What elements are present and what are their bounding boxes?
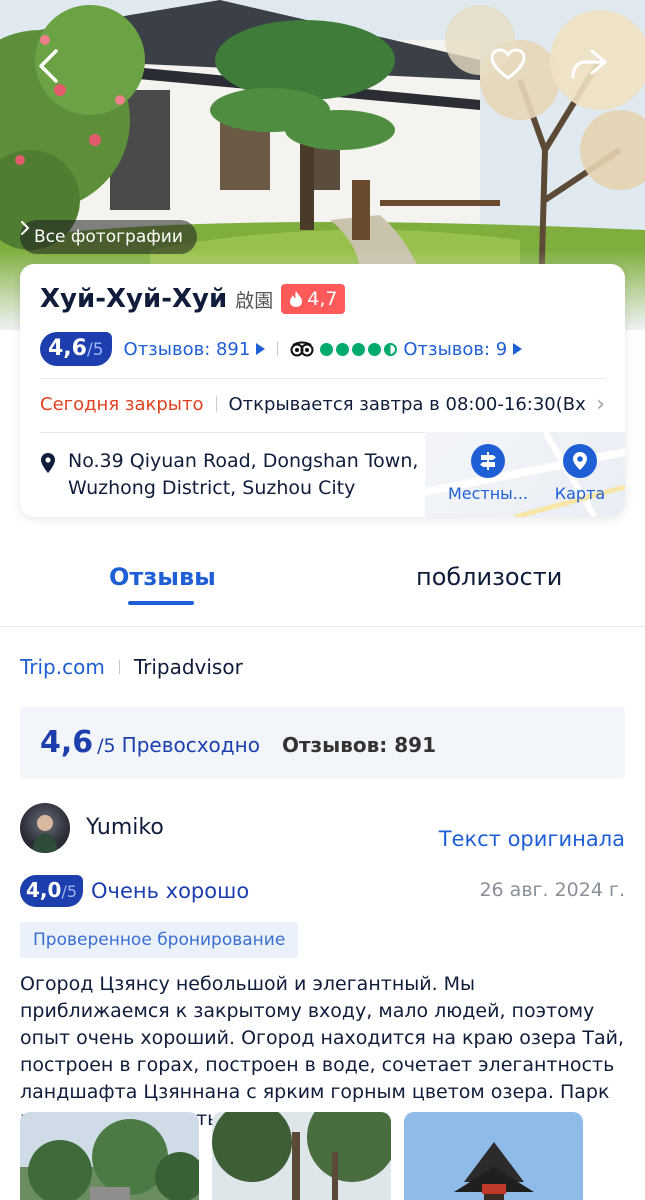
local-guide-button[interactable]: Местны...	[448, 444, 528, 503]
back-button[interactable]	[36, 48, 84, 96]
bubble-full	[368, 342, 382, 356]
reviews-link[interactable]: Отзывов: 891	[124, 339, 266, 360]
map-pin-icon	[563, 444, 597, 478]
share-button[interactable]	[570, 48, 618, 96]
attraction-info-card: Хуй-Хуй-Хуй 啟園 4,7 4,6 /5 Отзывов: 891 О…	[20, 264, 625, 517]
tab-bar: Отзывы поблизости	[0, 537, 645, 627]
review-source-filter: Trip.com Tripadvisor	[20, 655, 243, 679]
hot-rating-value: 4,7	[307, 288, 338, 310]
opening-hours-text: Открывается завтра в 08:00-16:30(Вхо...	[228, 393, 587, 415]
map-button[interactable]: Карта	[540, 444, 620, 503]
favorite-button[interactable]	[490, 48, 538, 96]
chevron-right-icon: ›	[596, 391, 605, 417]
divider	[215, 396, 217, 412]
address-text: No.39 Qiyuan Road, Dongshan Town, Wuzhon…	[68, 450, 419, 499]
avatar-photo	[32, 815, 58, 853]
review-photos	[20, 1112, 583, 1200]
reviewer-name[interactable]: Yumiko	[86, 815, 164, 840]
review-photo-2[interactable]	[212, 1112, 391, 1200]
rating-row: 4,6 /5 Отзывов: 891 Отзывов: 9	[40, 332, 523, 366]
map-label: Карта	[554, 484, 606, 503]
review-photo-2-image	[212, 1112, 391, 1200]
score-max: /5	[86, 340, 104, 360]
review-date: 26 авг. 2024 г.	[479, 879, 625, 901]
bubble-full	[336, 342, 350, 356]
tripadvisor-reviews-label: Отзывов: 9	[403, 338, 508, 360]
divider	[277, 342, 279, 356]
verified-booking-badge: Проверенное бронирование	[20, 922, 299, 958]
divider	[40, 378, 605, 379]
bubble-full	[320, 342, 334, 356]
review-text[interactable]: Огород Цзянсу небольшой и элегантный. Мы…	[20, 971, 625, 1133]
signpost-glyph	[480, 452, 496, 470]
summary-score: 4,6	[40, 725, 94, 760]
score-badge: 4,6 /5	[40, 332, 112, 366]
reviews-link-label: Отзывов: 891	[123, 338, 251, 360]
heart-icon	[490, 48, 526, 80]
map-pin-glyph	[573, 452, 587, 470]
original-text-link[interactable]: Текст оригинала	[439, 827, 625, 851]
summary-review-count: Отзывов: 891	[281, 733, 436, 757]
summary-rating-word: Превосходно	[121, 733, 260, 757]
hot-rating-badge: 4,7	[281, 284, 346, 314]
local-guide-label: Местны...	[447, 484, 529, 503]
review-photo-1-image	[20, 1112, 199, 1200]
review-score-max: /5	[61, 882, 78, 901]
play-triangle-icon	[256, 343, 266, 355]
avatar[interactable]	[20, 803, 70, 853]
review-score-value: 4,0	[26, 878, 62, 902]
tab-reviews[interactable]: Отзывы	[109, 563, 216, 591]
attraction-name-chinese: 啟園	[235, 289, 274, 312]
rating-summary: 4,6 /5 Превосходно Отзывов: 891	[20, 707, 625, 779]
open-status: Сегодня закрыто	[40, 393, 204, 415]
review-score: 4,0 /5 Очень хорошо	[20, 875, 249, 907]
content-sheet: Отзывы поблизости Trip.com Tripadvisor 4…	[0, 537, 645, 1200]
review-photo-3[interactable]	[404, 1112, 583, 1200]
bubble-full	[352, 342, 366, 356]
opening-hours-row[interactable]: Сегодня закрыто Открывается завтра в 08:…	[40, 391, 605, 417]
title-row: Хуй-Хуй-Хуй 啟園 4,7	[40, 284, 346, 314]
location-pin-icon	[41, 453, 55, 473]
divider	[118, 660, 120, 674]
tripadvisor-owl-icon	[290, 341, 314, 357]
active-tab-indicator	[128, 601, 194, 605]
source-tripadvisor[interactable]: Tripadvisor	[134, 655, 243, 679]
bubble-half	[384, 342, 398, 356]
score-value: 4,6	[48, 336, 87, 361]
tripadvisor-reviews-link[interactable]: Отзывов: 9	[290, 338, 523, 360]
chevron-left-icon	[39, 49, 58, 83]
review-rating-word: Очень хорошо	[91, 879, 250, 903]
chevron-right-icon	[21, 221, 30, 235]
tab-nearby[interactable]: поблизости	[416, 563, 562, 591]
summary-score-max: /5	[97, 735, 116, 757]
signpost-icon	[471, 444, 505, 478]
share-arrow-icon	[571, 49, 607, 79]
review-photo-1[interactable]	[20, 1112, 199, 1200]
tripadvisor-bubble-rating	[320, 342, 398, 356]
all-photos-button[interactable]: Все фотографии	[20, 220, 197, 254]
address-row[interactable]: No.39 Qiyuan Road, Dongshan Town, Wuzhon…	[40, 448, 438, 502]
all-photos-label: Все фотографии	[34, 227, 183, 247]
review-photo-3-image	[404, 1112, 583, 1200]
flame-icon	[290, 291, 303, 307]
source-trip-com[interactable]: Trip.com	[20, 655, 105, 679]
play-triangle-icon	[513, 343, 523, 355]
review-score-badge: 4,0 /5	[20, 875, 84, 907]
attraction-name: Хуй-Хуй-Хуй	[40, 284, 228, 314]
